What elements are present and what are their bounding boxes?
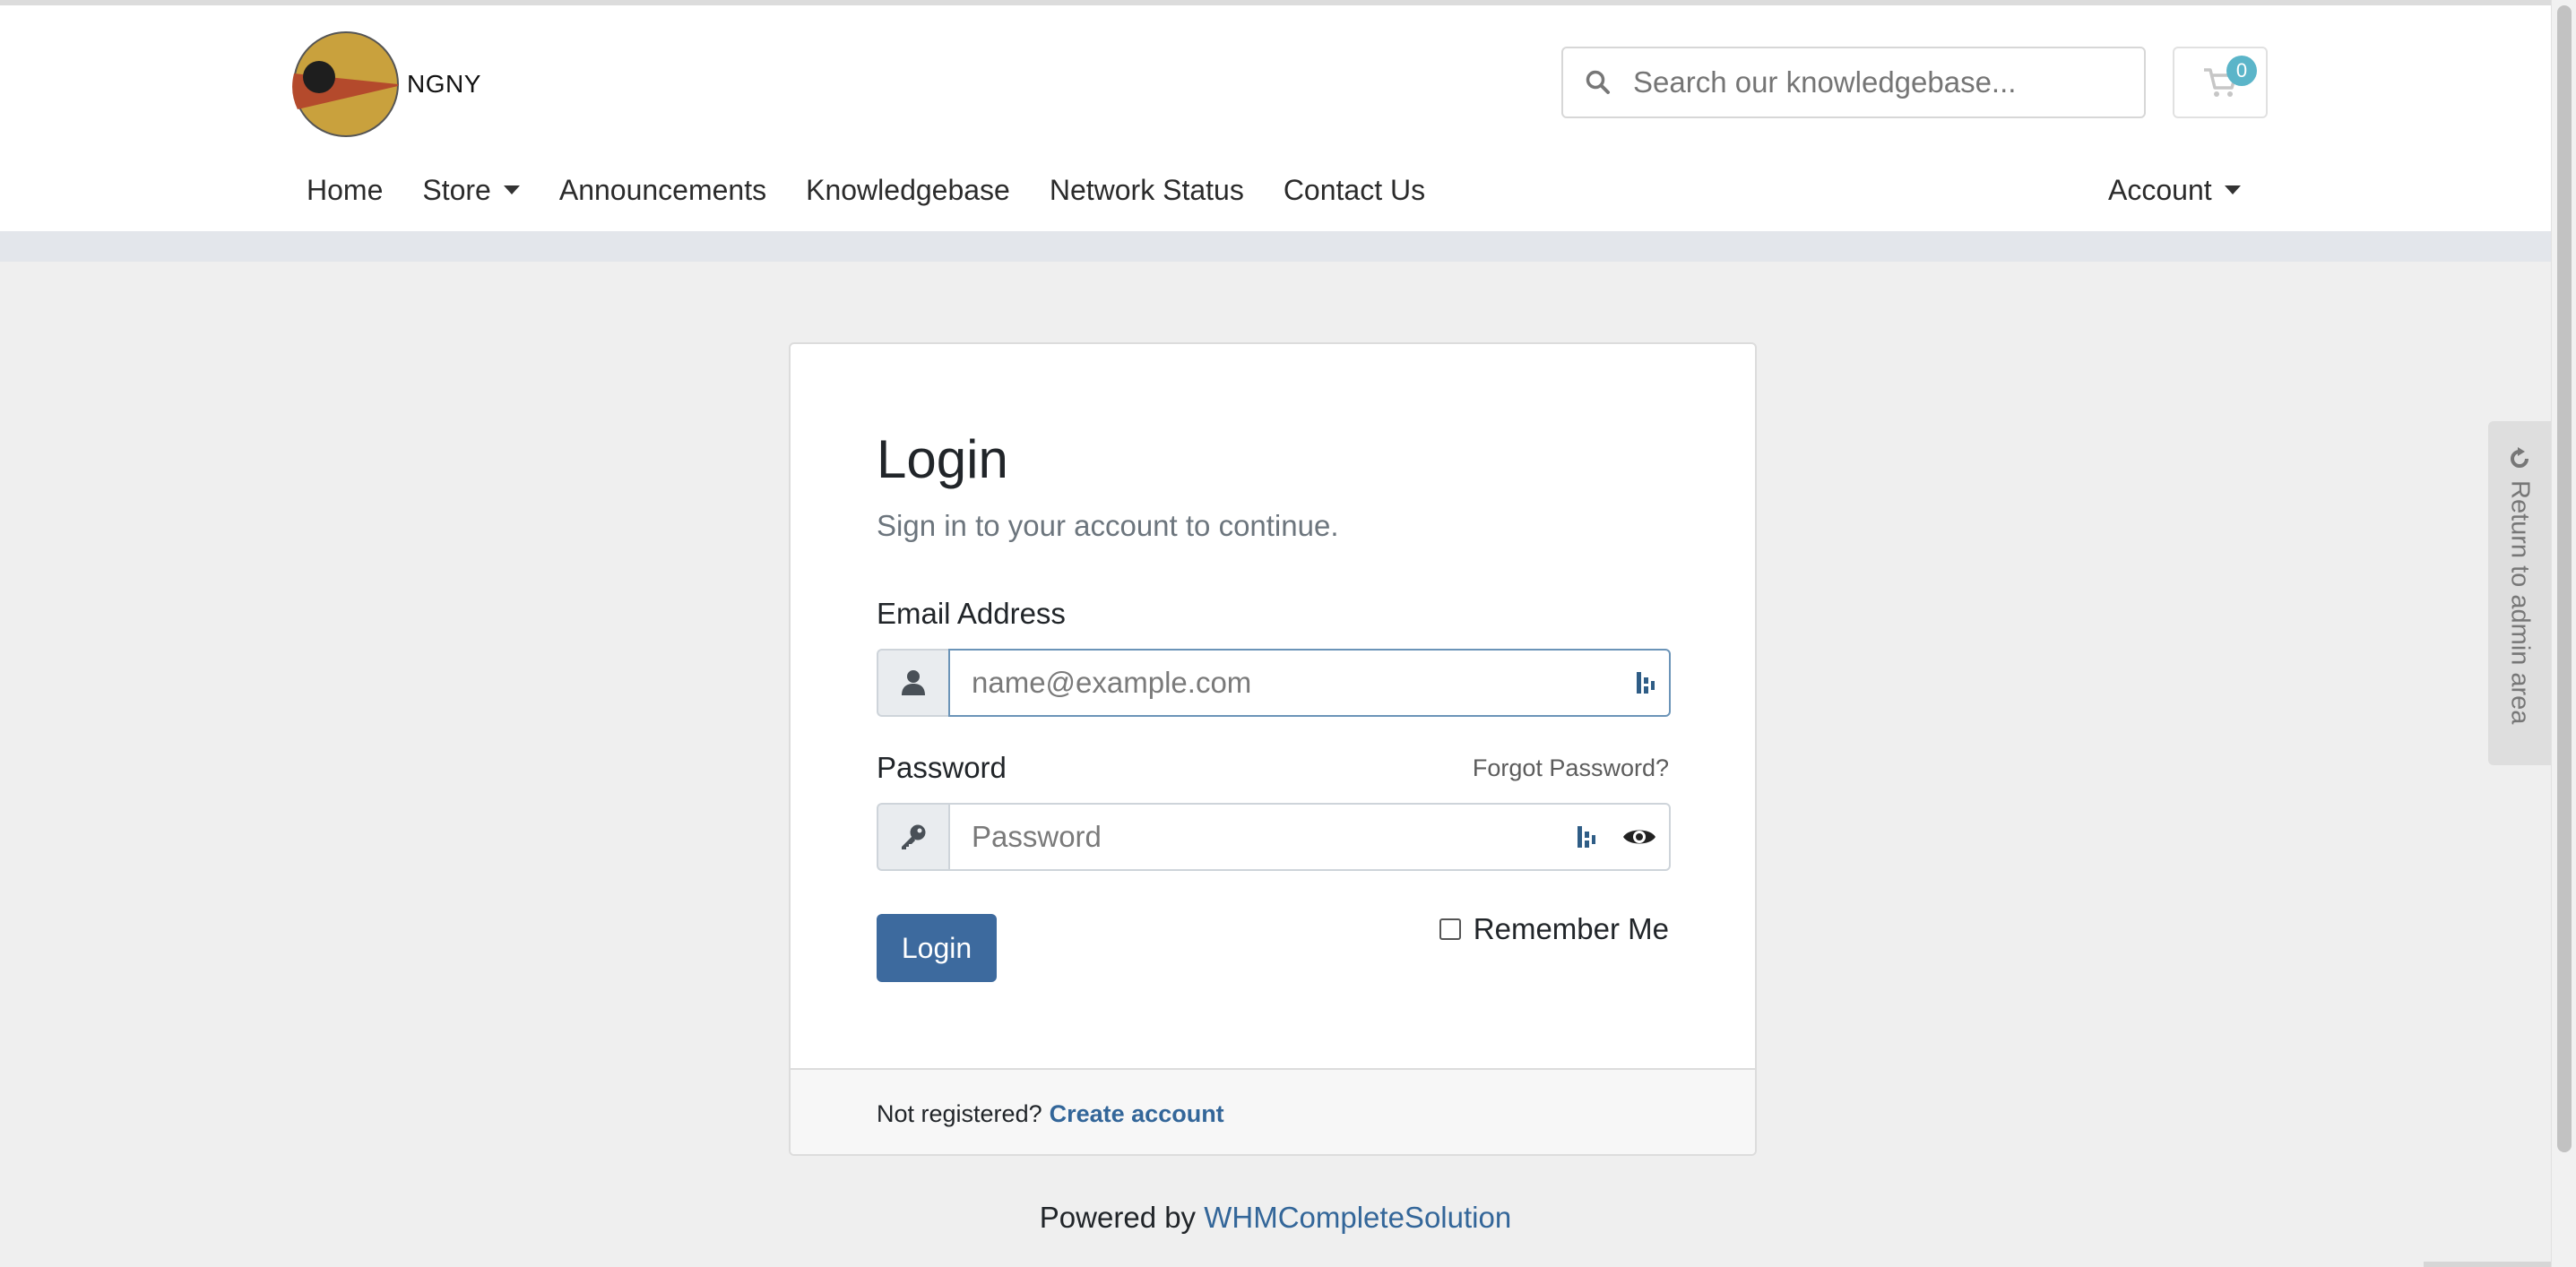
password-input-wrapper [948, 803, 1671, 871]
undo-icon [2511, 447, 2528, 468]
nav-item-announcements[interactable]: Announcements [540, 174, 786, 207]
login-button[interactable]: Login [877, 914, 997, 982]
nav-item-label: Announcements [558, 173, 767, 206]
login-card-footer: Not registered? Create account [791, 1068, 1755, 1154]
remember-me-label: Remember Me [1473, 912, 1669, 945]
password-manager-icon[interactable] [1635, 670, 1656, 695]
password-label: Password [877, 751, 1007, 784]
forgot-password-link[interactable]: Forgot Password? [1473, 754, 1669, 782]
cart-count-badge: 0 [2226, 56, 2257, 86]
create-account-link[interactable]: Create account [1050, 1100, 1224, 1128]
nav-item-label: Store [422, 173, 491, 206]
nav-item-knowledgebase[interactable]: Knowledgebase [786, 174, 1030, 207]
nav-item-label: Home [307, 173, 384, 206]
eye-icon[interactable] [1622, 825, 1656, 849]
powered-by-text: Powered by [1039, 1201, 1197, 1234]
key-icon [877, 803, 948, 871]
return-to-admin-tab[interactable]: Return to admin area [2488, 421, 2551, 765]
email-label: Email Address [877, 597, 1066, 630]
bottom-edge-strip [2424, 1262, 2551, 1267]
email-input-wrapper [948, 649, 1671, 717]
email-field[interactable] [972, 666, 1622, 700]
user-icon [877, 649, 948, 717]
remember-me-checkbox[interactable] [1439, 918, 1461, 940]
nav-item-label: Knowledgebase [806, 173, 1010, 206]
nav-item-store[interactable]: Store [402, 174, 539, 207]
nav-item-network-status[interactable]: Network Status [1030, 174, 1264, 207]
scrollbar-thumb[interactable] [2557, 5, 2572, 1152]
remember-me[interactable]: Remember Me [1439, 912, 1669, 946]
search-input[interactable] [1633, 65, 2144, 99]
nav-item-contact-us[interactable]: Contact Us [1264, 174, 1445, 207]
site-header: NGNY 0 Home Store Announcements Knowledg… [0, 5, 2551, 231]
nav-item-label: Network Status [1049, 173, 1244, 206]
knowledgebase-search [1561, 47, 2146, 118]
logo-icon [292, 31, 399, 137]
login-card: Login Sign in to your account to continu… [789, 342, 1757, 1156]
return-to-admin-label: Return to admin area [2505, 480, 2535, 725]
email-field-group [877, 649, 1671, 717]
not-registered-text: Not registered? [877, 1099, 1042, 1127]
nav-item-label: Account [2108, 173, 2212, 206]
header-subbar [0, 231, 2551, 262]
brand-name: NGNY [407, 70, 481, 98]
powered-by-link[interactable]: WHMCompleteSolution [1204, 1201, 1511, 1234]
cart-button[interactable]: 0 [2173, 47, 2268, 118]
caret-down-icon [503, 185, 520, 194]
nav-item-label: Contact Us [1283, 173, 1426, 206]
nav-item-account[interactable]: Account [2088, 163, 2260, 217]
page-title: Login [877, 429, 1008, 489]
brand-logo[interactable]: NGNY [292, 30, 481, 138]
main-nav: Home Store Announcements Knowledgebase N… [287, 163, 1445, 217]
search-icon [1563, 48, 1633, 116]
login-card-body: Login Sign in to your account to continu… [791, 344, 1755, 1068]
caret-down-icon [2224, 185, 2241, 194]
powered-by: Powered by WHMCompleteSolution [0, 1201, 2551, 1235]
password-field-group [877, 803, 1671, 871]
page-subtitle: Sign in to your account to continue. [877, 509, 1339, 542]
nav-item-home[interactable]: Home [287, 174, 402, 207]
password-manager-icon[interactable] [1576, 824, 1597, 849]
password-field[interactable] [972, 820, 1563, 854]
